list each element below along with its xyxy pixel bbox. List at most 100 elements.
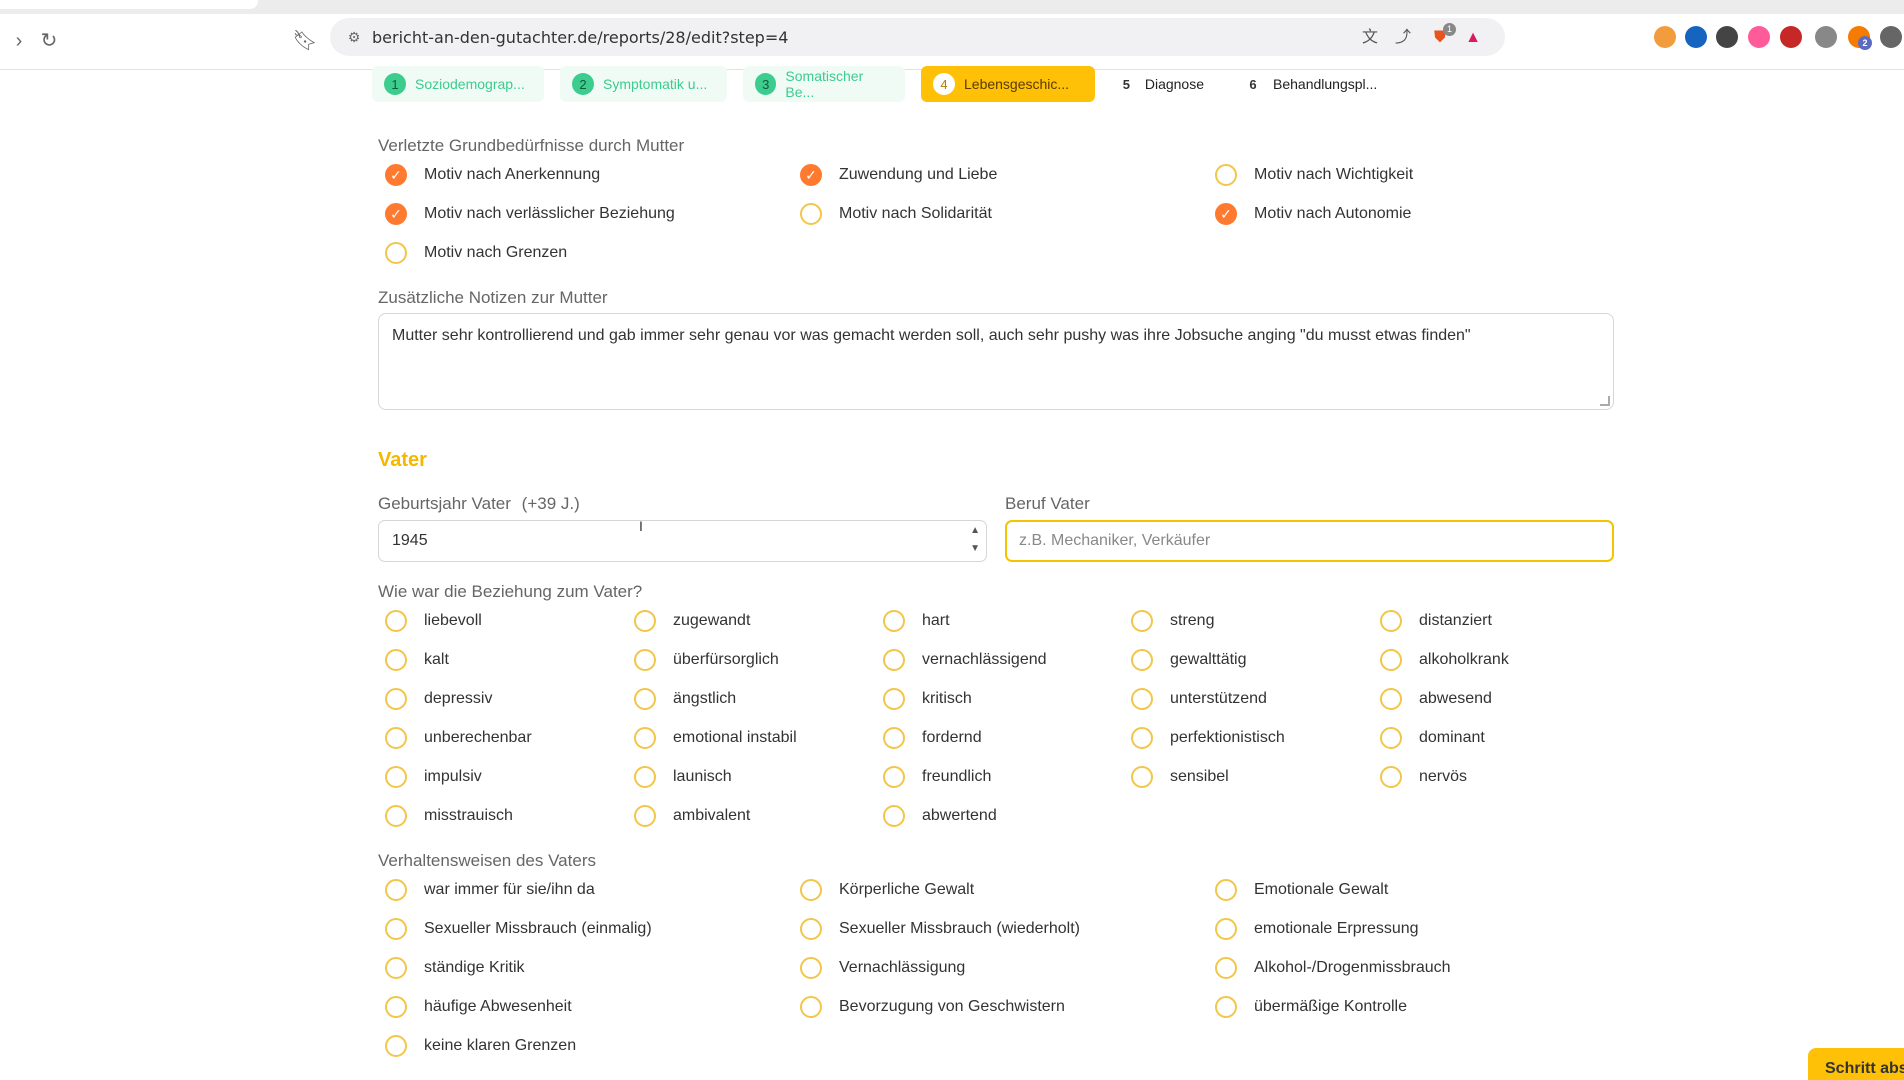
checkbox-circle[interactable] bbox=[385, 805, 407, 827]
father-relation-checkbox[interactable]: distanziert bbox=[1380, 608, 1492, 634]
extension-icon-camera[interactable] bbox=[1815, 26, 1837, 48]
father-behavior-checkbox[interactable]: Sexueller Missbrauch (einmalig) bbox=[385, 916, 652, 942]
checkbox-circle[interactable] bbox=[1131, 766, 1153, 788]
father-behavior-checkbox[interactable]: Alkohol-/Drogenmissbrauch bbox=[1215, 955, 1451, 981]
checkbox-circle[interactable] bbox=[634, 610, 656, 632]
father-relation-checkbox[interactable]: freundlich bbox=[883, 764, 991, 790]
father-behavior-checkbox[interactable]: emotionale Erpressung bbox=[1215, 916, 1419, 942]
father-behavior-checkbox[interactable]: häufige Abwesenheit bbox=[385, 994, 572, 1020]
checkbox-circle[interactable] bbox=[883, 766, 905, 788]
father-relation-checkbox[interactable]: vernachlässigend bbox=[883, 647, 1047, 673]
checkbox-circle[interactable] bbox=[1380, 766, 1402, 788]
father-relation-checkbox[interactable]: liebevoll bbox=[385, 608, 482, 634]
step-tab-6[interactable]: 6 Behandlungspl... bbox=[1230, 66, 1400, 102]
step-tab-5[interactable]: 5 Diagnose bbox=[1105, 66, 1216, 102]
checkbox-circle[interactable] bbox=[1215, 879, 1237, 901]
checkbox-circle[interactable] bbox=[385, 688, 407, 710]
checkbox-circle[interactable] bbox=[883, 805, 905, 827]
checkbox-circle[interactable] bbox=[385, 242, 407, 264]
checkbox-circle[interactable] bbox=[634, 649, 656, 671]
checkbox-circle[interactable] bbox=[800, 918, 822, 940]
checkmark-icon[interactable]: ✓ bbox=[385, 203, 407, 225]
checkbox-circle[interactable] bbox=[385, 1035, 407, 1057]
checkbox-circle[interactable] bbox=[385, 957, 407, 979]
checkbox-circle[interactable] bbox=[385, 766, 407, 788]
checkbox-circle[interactable] bbox=[1215, 164, 1237, 186]
checkbox-circle[interactable] bbox=[1380, 688, 1402, 710]
checkbox-circle[interactable] bbox=[385, 996, 407, 1018]
mother-notes-textarea[interactable]: Mutter sehr kontrollierend und gab immer… bbox=[378, 313, 1614, 410]
browser-tab[interactable] bbox=[0, 0, 258, 9]
checkbox-circle[interactable] bbox=[1215, 957, 1237, 979]
reload-icon[interactable]: ↻ bbox=[36, 28, 62, 54]
father-behavior-checkbox[interactable]: keine klaren Grenzen bbox=[385, 1033, 576, 1059]
father-relation-checkbox[interactable]: sensibel bbox=[1131, 764, 1229, 790]
checkbox-circle[interactable] bbox=[800, 203, 822, 225]
father-relation-checkbox[interactable]: ambivalent bbox=[634, 803, 750, 829]
checkbox-circle[interactable] bbox=[634, 727, 656, 749]
checkbox-circle[interactable] bbox=[883, 649, 905, 671]
mother-need-checkbox[interactable]: Motiv nach Wichtigkeit bbox=[1215, 162, 1413, 188]
extension-icon-orange[interactable] bbox=[1654, 26, 1676, 48]
father-relation-checkbox[interactable]: gewalttätig bbox=[1131, 647, 1247, 673]
father-relation-checkbox[interactable]: abwesend bbox=[1380, 686, 1492, 712]
spinner-down-icon[interactable]: ▼ bbox=[970, 529, 980, 569]
father-behavior-checkbox[interactable]: Sexueller Missbrauch (wiederholt) bbox=[800, 916, 1080, 942]
father-relation-checkbox[interactable]: fordernd bbox=[883, 725, 982, 751]
forward-icon[interactable]: › bbox=[6, 28, 32, 54]
checkbox-circle[interactable] bbox=[1131, 688, 1153, 710]
checkbox-circle[interactable] bbox=[385, 727, 407, 749]
checkbox-circle[interactable] bbox=[1380, 649, 1402, 671]
step-tab-4[interactable]: 4 Lebensgeschic... bbox=[921, 66, 1095, 102]
checkbox-circle[interactable] bbox=[634, 688, 656, 710]
mother-need-checkbox[interactable]: ✓ Motiv nach verlässlicher Beziehung bbox=[385, 201, 675, 227]
checkbox-circle[interactable] bbox=[385, 649, 407, 671]
mother-need-checkbox[interactable]: Motiv nach Solidarität bbox=[800, 201, 992, 227]
checkbox-circle[interactable] bbox=[1380, 610, 1402, 632]
father-behavior-checkbox[interactable]: Bevorzugung von Geschwistern bbox=[800, 994, 1065, 1020]
extension-icon-badge[interactable]: 2 bbox=[1848, 26, 1872, 50]
site-settings-icon[interactable]: ⚙ bbox=[344, 27, 364, 47]
father-relation-checkbox[interactable]: alkoholkrank bbox=[1380, 647, 1509, 673]
father-relation-checkbox[interactable]: streng bbox=[1131, 608, 1214, 634]
extensions-puzzle-icon[interactable] bbox=[1880, 26, 1902, 48]
father-behavior-checkbox[interactable]: Vernachlässigung bbox=[800, 955, 965, 981]
extension-icon-blue[interactable] bbox=[1685, 26, 1707, 48]
translate-icon[interactable]: 文 bbox=[1358, 26, 1382, 50]
father-relation-checkbox[interactable]: depressiv bbox=[385, 686, 492, 712]
father-behavior-checkbox[interactable]: übermäßige Kontrolle bbox=[1215, 994, 1407, 1020]
complete-step-button[interactable]: Schritt abschließen bbox=[1808, 1048, 1904, 1080]
father-behavior-checkbox[interactable]: war immer für sie/ihn da bbox=[385, 877, 595, 903]
father-behavior-checkbox[interactable]: Emotionale Gewalt bbox=[1215, 877, 1388, 903]
father-relation-checkbox[interactable]: kalt bbox=[385, 647, 449, 673]
father-birth-year-input[interactable]: 1945 ▲ ▼ bbox=[378, 520, 987, 562]
step-tab-3[interactable]: 3 Somatischer Be... bbox=[743, 66, 905, 102]
father-relation-checkbox[interactable]: unterstützend bbox=[1131, 686, 1267, 712]
checkbox-circle[interactable] bbox=[1380, 727, 1402, 749]
checkbox-circle[interactable] bbox=[800, 996, 822, 1018]
checkbox-circle[interactable] bbox=[385, 879, 407, 901]
checkbox-circle[interactable] bbox=[385, 610, 407, 632]
father-relation-checkbox[interactable]: überfürsorglich bbox=[634, 647, 779, 673]
checkbox-circle[interactable] bbox=[800, 879, 822, 901]
checkbox-circle[interactable] bbox=[1131, 610, 1153, 632]
mother-need-checkbox[interactable]: ✓ Motiv nach Autonomie bbox=[1215, 201, 1411, 227]
checkbox-circle[interactable] bbox=[385, 918, 407, 940]
father-relation-checkbox[interactable]: zugewandt bbox=[634, 608, 750, 634]
father-relation-checkbox[interactable]: ängstlich bbox=[634, 686, 736, 712]
father-relation-checkbox[interactable]: emotional instabil bbox=[634, 725, 797, 751]
checkbox-circle[interactable] bbox=[634, 805, 656, 827]
bookmark-icon[interactable]: 🔖︎ bbox=[292, 28, 318, 54]
checkbox-circle[interactable] bbox=[800, 957, 822, 979]
extension-icon-pink[interactable] bbox=[1748, 26, 1770, 48]
father-behavior-checkbox[interactable]: Körperliche Gewalt bbox=[800, 877, 974, 903]
father-relation-checkbox[interactable]: impulsiv bbox=[385, 764, 482, 790]
checkbox-circle[interactable] bbox=[634, 766, 656, 788]
father-behavior-checkbox[interactable]: ständige Kritik bbox=[385, 955, 525, 981]
checkmark-icon[interactable]: ✓ bbox=[800, 164, 822, 186]
mother-need-checkbox[interactable]: Motiv nach Grenzen bbox=[385, 240, 567, 266]
father-relation-checkbox[interactable]: kritisch bbox=[883, 686, 972, 712]
step-tab-2[interactable]: 2 Symptomatik u... bbox=[560, 66, 727, 102]
father-relation-checkbox[interactable]: dominant bbox=[1380, 725, 1485, 751]
checkmark-icon[interactable]: ✓ bbox=[385, 164, 407, 186]
